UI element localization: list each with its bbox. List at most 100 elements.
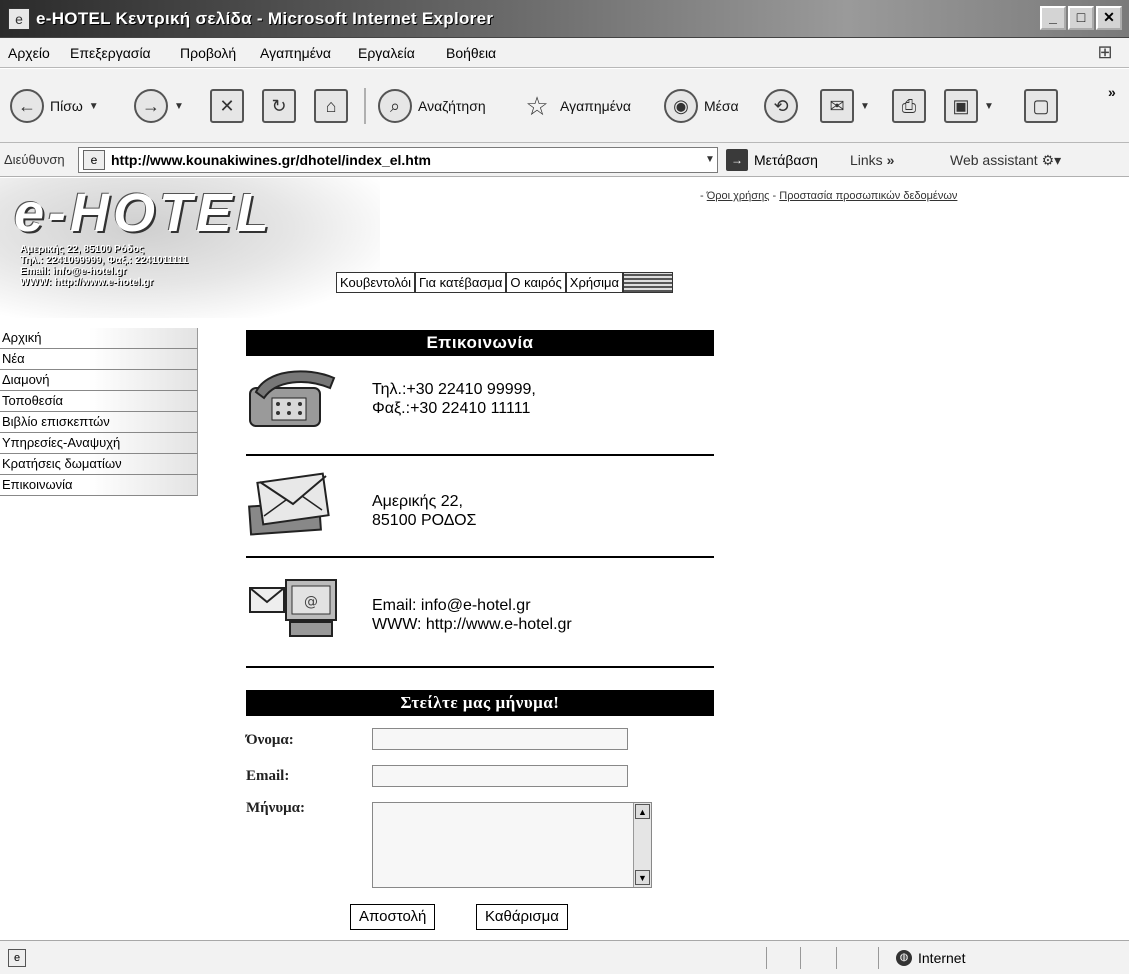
print-button[interactable]: ⎙ <box>892 87 926 125</box>
left-menu-item-home[interactable]: Αρχική <box>0 328 198 349</box>
message-textarea[interactable]: ▲ ▼ <box>372 802 652 888</box>
web-assistant-label: Web assistant <box>950 152 1038 168</box>
go-button[interactable]: → Μετάβαση <box>726 149 818 171</box>
home-button[interactable]: ⌂ <box>314 87 348 125</box>
history-icon: ⟲ <box>764 89 798 123</box>
links-overflow-icon: » <box>886 152 895 168</box>
status-divider <box>878 947 879 969</box>
tab-chat[interactable]: Κουβεντολόι <box>336 272 415 293</box>
left-menu-item-services[interactable]: Υπηρεσίες-Αναψυχή <box>0 433 198 454</box>
address-text: Αμερικής 22, 85100 ΡΟΔΟΣ <box>372 492 476 530</box>
menu-tools[interactable]: Εργαλεία <box>358 45 415 61</box>
back-dropdown-icon[interactable]: ▼ <box>89 101 99 112</box>
scroll-up-icon[interactable]: ▲ <box>635 804 650 819</box>
message-form-header: Στείλτε μας μήνυμα! <box>246 690 714 716</box>
back-button[interactable]: ← Πίσω ▼ <box>10 87 99 125</box>
toolbar-separator <box>364 87 366 125</box>
status-divider <box>836 947 837 969</box>
home-icon: ⌂ <box>314 89 348 123</box>
email-computer-icon: @ <box>246 574 340 640</box>
www-line: WWW: http://www.e-hotel.gr <box>372 616 572 633</box>
search-button[interactable]: ⌕ Αναζήτηση <box>378 87 486 125</box>
tab-weather[interactable]: Ο καιρός <box>506 272 566 293</box>
submit-button[interactable]: Αποστολή <box>350 904 436 930</box>
web-assistant-button[interactable]: Web assistant ⚙▾ <box>950 152 1061 169</box>
address-bar: Διεύθυνση e http://www.kounakiwines.gr/d… <box>0 143 1129 177</box>
left-menu: Αρχική Νέα Διαμονή Τοποθεσία Βιβλίο επισ… <box>0 328 198 496</box>
minimize-button[interactable]: _ <box>1040 6 1066 30</box>
standard-toolbar: ← Πίσω ▼ → ▼ ✕ ↻ ⌂ ⌕ Αναζήτηση ☆ Αγαπημέ… <box>0 69 1129 143</box>
media-button[interactable]: ◉ Μέσα <box>664 87 739 125</box>
email-line: Email: info@e-hotel.gr <box>372 597 531 614</box>
top-nav-tabs: Κουβεντολόι Για κατέβασμα Ο καιρός Χρήσι… <box>336 272 673 293</box>
tab-useful[interactable]: Χρήσιμα <box>565 272 623 293</box>
reset-button[interactable]: Καθάρισμα <box>476 904 568 930</box>
zone-label: Internet <box>918 950 966 966</box>
refresh-icon: ↻ <box>262 89 296 123</box>
security-zone: ◍ Internet <box>896 950 965 966</box>
forward-dropdown-icon[interactable]: ▼ <box>174 101 184 112</box>
status-bar: e ◍ Internet <box>0 940 1129 974</box>
history-button[interactable]: ⟲ <box>764 87 798 125</box>
favorites-button[interactable]: ☆ Αγαπημένα <box>520 87 631 125</box>
terms-link[interactable]: Όροι χρήσης <box>707 190 770 202</box>
mail-button[interactable]: ✉ ▼ <box>820 87 870 125</box>
stop-button[interactable]: ✕ <box>210 87 244 125</box>
left-menu-item-contact[interactable]: Επικοινωνία <box>0 475 198 496</box>
left-menu-item-bookings[interactable]: Κρατήσεις δωματίων <box>0 454 198 475</box>
search-icon: ⌕ <box>378 89 412 123</box>
logo-info-email: Email: info@e-hotel.gr <box>20 266 127 277</box>
window-title-bar: e e-HOTEL Κεντρική σελίδα - Microsoft In… <box>0 0 1129 38</box>
name-label: Όνομα: <box>246 732 294 748</box>
mail-icon: ✉ <box>820 89 854 123</box>
go-label: Μετάβαση <box>754 152 818 168</box>
textarea-scrollbar[interactable]: ▲ ▼ <box>633 803 651 887</box>
page-status-icon: e <box>8 949 26 967</box>
fax-line: Φαξ.:+30 22410 11111 <box>372 400 531 417</box>
menu-favorites[interactable]: Αγαπημένα <box>260 45 331 61</box>
search-label: Αναζήτηση <box>418 98 486 114</box>
logo-info-phone: Τηλ.: 2241099999, Φαξ.: 2241011111 <box>20 255 189 266</box>
address-input[interactable]: e http://www.kounakiwines.gr/dhotel/inde… <box>78 147 718 173</box>
links-button[interactable]: Links » <box>850 152 894 168</box>
scroll-down-icon[interactable]: ▼ <box>635 870 650 885</box>
left-menu-item-news[interactable]: Νέα <box>0 349 198 370</box>
telephone-icon <box>246 364 340 430</box>
edit-button[interactable]: ▣ ▼ <box>944 87 994 125</box>
email-www-text: Email: info@e-hotel.gr WWW: http://www.e… <box>372 596 572 634</box>
toolbar-overflow-icon[interactable]: » <box>1108 73 1116 111</box>
menu-edit[interactable]: Επεξεργασία <box>70 45 151 61</box>
printer-icon: ⎙ <box>892 89 926 123</box>
star-icon: ☆ <box>525 90 549 121</box>
tab-downloads[interactable]: Για κατέβασμα <box>414 272 507 293</box>
email-input[interactable] <box>372 765 628 787</box>
menu-file[interactable]: Αρχείο <box>8 45 50 61</box>
maximize-button[interactable]: □ <box>1068 6 1094 30</box>
left-menu-item-location[interactable]: Τοποθεσία <box>0 391 198 412</box>
address-dropdown-icon[interactable]: ▼ <box>702 149 718 171</box>
site-logo[interactable]: e-HOTEL <box>14 182 273 244</box>
flag-icon[interactable] <box>623 272 673 293</box>
menu-view[interactable]: Προβολή <box>180 45 236 61</box>
email-label: Email: <box>246 768 290 784</box>
edit-dropdown-icon[interactable]: ▼ <box>984 101 994 112</box>
logo-contact-info: Αμερικής 22, 85100 Ρόδος Τηλ.: 224109999… <box>20 244 188 288</box>
forward-button[interactable]: → ▼ <box>134 87 184 125</box>
discuss-button[interactable]: ▢ <box>1024 87 1058 125</box>
name-input[interactable] <box>372 728 628 750</box>
menu-help[interactable]: Βοήθεια <box>446 45 496 61</box>
mail-dropdown-icon[interactable]: ▼ <box>860 101 870 112</box>
discuss-icon: ▢ <box>1024 89 1058 123</box>
privacy-link[interactable]: Προστασία προσωπικών δεδομένων <box>779 190 957 202</box>
close-button[interactable]: ✕ <box>1096 6 1122 30</box>
status-divider <box>800 947 801 969</box>
window-title: e-HOTEL Κεντρική σελίδα - Microsoft Inte… <box>36 9 494 28</box>
forward-arrow-icon: → <box>134 89 168 123</box>
logo-info-www: WWW: http://www.e-hotel.gr <box>20 277 154 288</box>
refresh-button[interactable]: ↻ <box>262 87 296 125</box>
left-menu-item-guestbook[interactable]: Βιβλίο επισκεπτών <box>0 412 198 433</box>
address-url[interactable]: http://www.kounakiwines.gr/dhotel/index_… <box>111 152 431 168</box>
address-label: Διεύθυνση <box>4 152 65 167</box>
phone-line: Τηλ.:+30 22410 99999, <box>372 381 536 398</box>
left-menu-item-stay[interactable]: Διαμονή <box>0 370 198 391</box>
